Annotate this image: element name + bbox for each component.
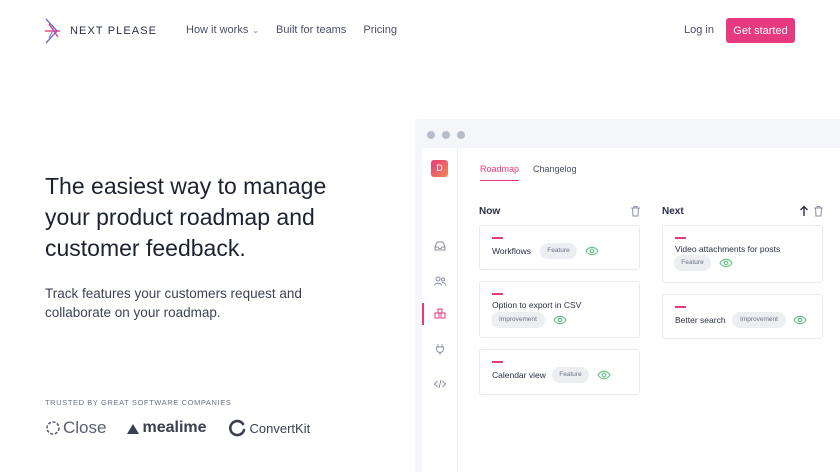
card-title: Option to export in CSV	[492, 300, 582, 310]
app-tabs: Roadmap Changelog	[480, 164, 577, 181]
logo-convertkit-text: ConvertKit	[249, 420, 311, 436]
roadmap-card[interactable]: Workflows Feature	[479, 225, 640, 270]
close-logo-icon	[46, 421, 60, 435]
card-tag: Improvement	[491, 312, 545, 328]
login-link[interactable]: Log in	[684, 24, 714, 36]
card-title: Better search	[675, 315, 726, 325]
card-accent-bar	[492, 237, 503, 239]
logo-close-text: Close	[63, 418, 107, 437]
code-icon[interactable]	[433, 377, 447, 391]
column-title: Now	[479, 205, 501, 217]
column-title: Next	[662, 205, 684, 217]
eye-icon[interactable]	[793, 315, 807, 325]
users-icon[interactable]	[433, 274, 447, 288]
hero-subtitle: Track features your customers request an…	[45, 286, 302, 320]
inbox-icon[interactable]	[433, 239, 447, 253]
trash-icon[interactable]	[813, 205, 824, 217]
plug-icon[interactable]	[433, 342, 447, 356]
column-header: Now	[479, 204, 641, 218]
logo-close: Close	[45, 418, 106, 438]
tab-changelog[interactable]: Changelog	[533, 164, 577, 181]
eye-icon[interactable]	[719, 258, 733, 268]
get-started-button[interactable]: Get started	[726, 18, 795, 43]
roadmap-card[interactable]: Option to export in CSV Improvement	[479, 281, 640, 338]
card-tag: Feature	[552, 367, 589, 383]
nav-how-it-works[interactable]: How it works ⌄	[186, 24, 259, 36]
brand-logo[interactable]: NEXT PLEASE	[44, 18, 157, 44]
window-controls	[427, 131, 465, 139]
card-tag: Improvement	[732, 312, 786, 328]
card-title: Workflows	[492, 246, 532, 256]
trusted-label: TRUSTED BY GREAT SOFTWARE COMPANIES	[45, 398, 232, 407]
column-next: Next Video attachments for posts Feature	[662, 204, 824, 339]
nav-built-for-teams[interactable]: Built for teams	[276, 24, 346, 36]
roadmap-card[interactable]: Better search Improvement	[662, 294, 823, 339]
eye-icon[interactable]	[553, 315, 567, 325]
mealime-logo-icon	[127, 424, 140, 434]
chevron-down-icon: ⌄	[252, 25, 260, 35]
logo-mark-icon	[45, 18, 60, 44]
customer-logos: Close mealime ConvertKit	[45, 418, 310, 438]
card-accent-bar	[675, 237, 686, 239]
card-accent-bar	[492, 361, 503, 363]
card-tag: Feature	[540, 243, 577, 259]
window-dot-icon	[442, 131, 450, 139]
top-nav: NEXT PLEASE How it works ⌄ Built for tea…	[0, 0, 840, 62]
column-actions	[630, 205, 641, 217]
logo-mealime-text: mealime	[142, 419, 207, 436]
tab-roadmap[interactable]: Roadmap	[480, 164, 520, 181]
hero-title: The easiest way to manage your product r…	[45, 173, 327, 261]
app-content: D Roadmap Changelog Now Workflows Featur…	[422, 148, 840, 472]
column-actions	[799, 205, 824, 217]
nav-links: How it works ⌄ Built for teams Pricing	[186, 24, 397, 36]
card-accent-bar	[492, 293, 503, 295]
workspace-avatar[interactable]: D	[431, 160, 448, 177]
logo-convertkit: ConvertKit	[228, 419, 311, 437]
nav-how-it-works-label: How it works	[186, 24, 249, 36]
app-sidebar: D	[422, 148, 458, 472]
window-dot-icon	[457, 131, 465, 139]
app-preview-window: D Roadmap Changelog Now Workflows Featur…	[415, 119, 840, 472]
roadmap-icon[interactable]	[433, 307, 447, 321]
convertkit-logo-icon	[228, 419, 245, 437]
arrow-up-icon[interactable]	[799, 205, 809, 217]
column-now: Now Workflows Feature Option to export i…	[479, 204, 641, 395]
roadmap-card[interactable]: Video attachments for posts Feature	[662, 225, 823, 283]
sidebar-active-indicator	[422, 303, 424, 325]
roadmap-card[interactable]: Calendar view Feature	[479, 349, 640, 395]
eye-icon[interactable]	[597, 370, 611, 380]
card-accent-bar	[675, 306, 686, 308]
card-title: Calendar view	[492, 370, 546, 380]
eye-icon[interactable]	[585, 246, 599, 256]
trash-icon[interactable]	[630, 205, 641, 217]
nav-pricing[interactable]: Pricing	[363, 24, 397, 36]
logo-mealime: mealime	[126, 419, 207, 437]
card-tag: Feature	[674, 255, 711, 271]
window-dot-icon	[427, 131, 435, 139]
column-header: Next	[662, 204, 824, 218]
brand-name: NEXT PLEASE	[70, 25, 158, 37]
card-title: Video attachments for posts	[675, 244, 781, 254]
